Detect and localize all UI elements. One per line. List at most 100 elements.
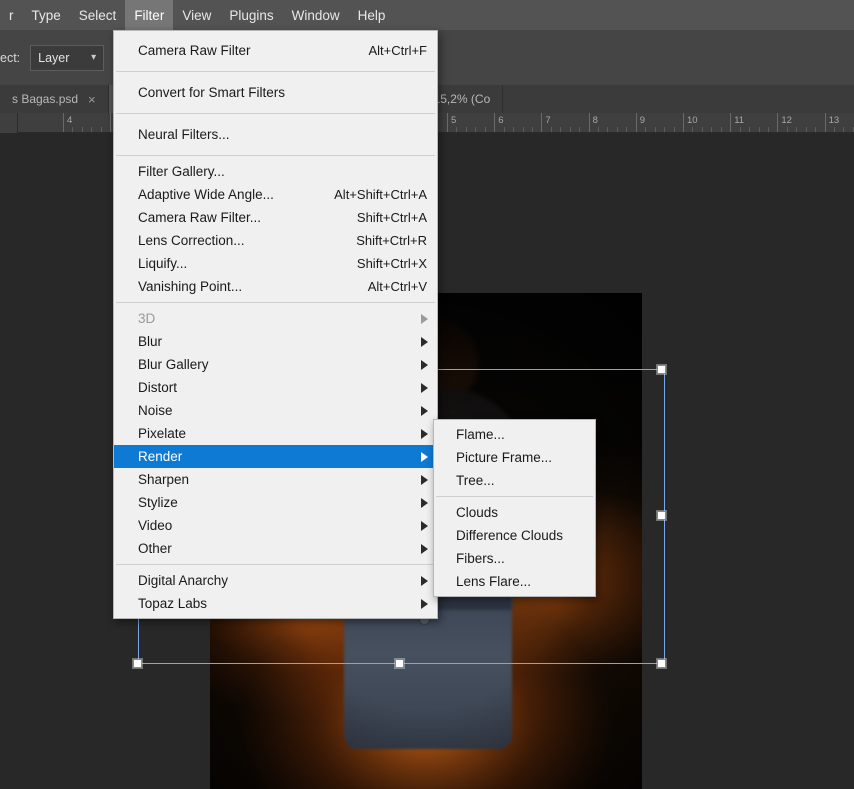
menu-item-tree[interactable]: Tree...: [434, 469, 595, 492]
menubar-item-help[interactable]: Help: [349, 0, 395, 30]
menu-item-shortcut: Shift+Ctrl+X: [356, 256, 427, 271]
menu-item-digital-anarchy[interactable]: Digital Anarchy: [114, 569, 437, 592]
menu-item-filter-gallery[interactable]: Filter Gallery...: [114, 160, 437, 183]
menu-item-label: Pixelate: [138, 426, 187, 441]
ruler-minor-tick: [739, 127, 741, 132]
menu-item-label: Lens Flare...: [456, 574, 532, 589]
document-tab[interactable]: s Bagas.psd ×: [0, 85, 109, 113]
ruler-tick-label: 5: [451, 115, 457, 126]
menu-item-lens-flare[interactable]: Lens Flare...: [434, 570, 595, 593]
ruler-tick: [541, 113, 543, 132]
menu-item-label: Adaptive Wide Angle...: [138, 187, 274, 202]
ruler-tick: [588, 113, 590, 132]
menu-separator: [436, 496, 593, 497]
menu-item-label: Other: [138, 541, 172, 556]
ruler-minor-tick: [560, 127, 562, 132]
ruler-corner: [0, 113, 18, 133]
submenu-arrow-icon: [421, 382, 428, 393]
submenu-arrow-icon: [421, 359, 428, 370]
align-target-value: Layer: [38, 50, 70, 65]
menu-item-label: Convert for Smart Filters: [138, 85, 286, 100]
menu-item-label: Neural Filters...: [138, 127, 230, 142]
ruler-minor-tick: [664, 127, 666, 132]
ruler-tick: [110, 113, 112, 132]
menu-item-stylize[interactable]: Stylize: [114, 491, 437, 514]
menu-item-adaptive-wide-angle[interactable]: Adaptive Wide Angle... Alt+Shift+Ctrl+A: [114, 183, 437, 206]
ruler-tick: [683, 113, 684, 132]
transform-handle-bottom-left[interactable]: [133, 659, 142, 668]
ruler-minor-tick: [673, 127, 675, 132]
menu-item-neural-filters[interactable]: Neural Filters...: [114, 118, 437, 151]
menu-item-label: Noise: [138, 403, 173, 418]
menu-item-other[interactable]: Other: [114, 537, 437, 560]
menu-item-difference-clouds[interactable]: Difference Clouds: [434, 524, 595, 547]
close-icon[interactable]: ×: [88, 92, 96, 107]
menu-item-liquify[interactable]: Liquify... Shift+Ctrl+X: [114, 252, 437, 275]
ruler-minor-tick: [91, 127, 93, 132]
menu-item-label: Sharpen: [138, 472, 190, 487]
menu-item-label: Vanishing Point...: [138, 279, 243, 294]
menubar-item-select[interactable]: Select: [70, 0, 126, 30]
document-tab-label: s Bagas.psd: [12, 92, 79, 106]
menubar-item-view[interactable]: View: [173, 0, 220, 30]
menu-item-lens-correction[interactable]: Lens Correction... Shift+Ctrl+R: [114, 229, 437, 252]
menu-item-pixelate[interactable]: Pixelate: [114, 422, 437, 445]
menubar-item-type[interactable]: Type: [23, 0, 70, 30]
filter-menu[interactable]: Camera Raw Filter Alt+Ctrl+F Convert for S…: [113, 30, 438, 619]
ruler-minor-tick: [475, 127, 477, 132]
menu-item-camera-raw-filter[interactable]: Camera Raw Filter... Shift+Ctrl+A: [114, 206, 437, 229]
menu-item-label: Blur Gallery: [138, 357, 209, 372]
menu-item-label: Fibers...: [456, 551, 505, 566]
menu-item-noise[interactable]: Noise: [114, 399, 437, 422]
ruler-minor-tick: [531, 127, 533, 132]
ruler-tick-label: 10: [687, 115, 698, 126]
transform-handle-top-right[interactable]: [657, 365, 666, 374]
menu-item-distort[interactable]: Distort: [114, 376, 437, 399]
ruler-minor-tick: [569, 127, 571, 132]
align-target-select[interactable]: Layer ▾: [30, 44, 105, 71]
menu-item-label: Camera Raw Filter...: [138, 210, 262, 225]
ruler-minor-tick: [465, 127, 467, 132]
ruler-minor-tick: [654, 127, 656, 132]
ruler-minor-tick: [758, 127, 760, 132]
menu-item-render[interactable]: Render: [114, 445, 437, 468]
menu-item-camera-raw-filter[interactable]: Camera Raw Filter Alt+Ctrl+F: [114, 34, 437, 67]
ruler-minor-tick: [626, 127, 628, 132]
menubar-item-plugins[interactable]: Plugins: [220, 0, 282, 30]
menu-item-label: Filter Gallery...: [138, 164, 225, 179]
ruler-minor-tick: [796, 127, 798, 132]
menu-item-blur[interactable]: Blur: [114, 330, 437, 353]
ruler-minor-tick: [711, 127, 713, 132]
menu-item-label: Clouds: [456, 505, 499, 520]
menu-item-sharpen[interactable]: Sharpen: [114, 468, 437, 491]
submenu-arrow-icon: [421, 336, 428, 347]
menu-item-flame[interactable]: Flame...: [434, 423, 595, 446]
menu-item-shortcut: Shift+Ctrl+R: [356, 233, 427, 248]
menu-item-picture-frame[interactable]: Picture Frame...: [434, 446, 595, 469]
menu-item-label: Picture Frame...: [456, 450, 553, 465]
menubar-item-window[interactable]: Window: [283, 0, 349, 30]
menubar-item-r[interactable]: r: [0, 0, 23, 30]
menu-item-vanishing-point[interactable]: Vanishing Point... Alt+Ctrl+V: [114, 275, 437, 298]
ruler-minor-tick: [550, 127, 552, 132]
menu-item-video[interactable]: Video: [114, 514, 437, 537]
submenu-arrow-icon: [421, 405, 428, 416]
transform-handle-middle-right[interactable]: [657, 511, 666, 520]
transform-handle-bottom-center[interactable]: [395, 659, 404, 668]
menu-separator: [116, 302, 435, 303]
menu-item-label: Video: [138, 518, 173, 533]
ruler-minor-tick: [484, 127, 486, 132]
menu-item-fibers[interactable]: Fibers...: [434, 547, 595, 570]
menu-item-blur-gallery[interactable]: Blur Gallery: [114, 353, 437, 376]
render-submenu[interactable]: Flame... Picture Frame... Tree... Clouds Dif…: [433, 419, 596, 597]
menu-item-convert-for-smart-filters[interactable]: Convert for Smart Filters: [114, 76, 437, 109]
ruler-minor-tick: [805, 127, 807, 132]
ruler-tick-label: 8: [592, 115, 598, 126]
menu-item-clouds[interactable]: Clouds: [434, 501, 595, 524]
menu-item-label: Stylize: [138, 495, 178, 510]
menu-item-topaz-labs[interactable]: Topaz Labs: [114, 592, 437, 615]
ruler-minor-tick: [72, 127, 74, 132]
menubar-item-filter[interactable]: Filter: [125, 0, 174, 30]
ruler-tick-label: 11: [734, 115, 745, 126]
transform-handle-bottom-right[interactable]: [657, 659, 666, 668]
